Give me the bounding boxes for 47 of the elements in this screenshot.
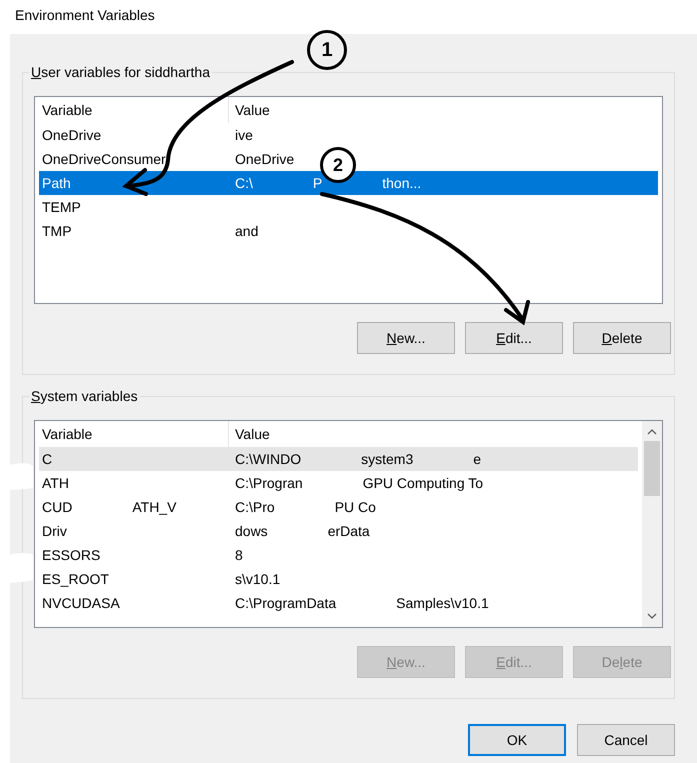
variable-name: OneDriveConsumer <box>42 150 166 168</box>
scroll-down-icon[interactable] <box>647 613 657 619</box>
variable-name: NVCUDASA <box>42 594 120 612</box>
variable-name: CUD <box>42 498 72 516</box>
variable-name: OneDrive <box>42 126 102 144</box>
variable-value: 8 <box>235 546 243 564</box>
dialog-button[interactable]: New... <box>357 322 455 354</box>
variable-value: ive <box>235 126 253 144</box>
column-header[interactable]: Value <box>229 97 662 123</box>
window-title: Environment Variables <box>15 6 155 24</box>
variable-value: C:\ <box>235 174 253 192</box>
variable-value: system3 <box>361 450 414 469</box>
variable-value: Samples\v10.1 <box>396 594 489 613</box>
variable-value: s\v10.1 <box>235 570 280 588</box>
variable-name: ATH_V <box>132 498 176 517</box>
scroll-up-icon[interactable] <box>647 429 657 435</box>
variable-name: TMP <box>42 222 72 240</box>
variable-value: erData <box>328 522 370 540</box>
scrollbar-thumb[interactable] <box>644 441 660 496</box>
variable-value: C:\Progran <box>235 474 303 493</box>
variable-value: PU Co <box>334 498 376 516</box>
variable-value: e <box>473 450 482 468</box>
variable-value: C:\Pro <box>235 498 275 516</box>
column-header[interactable]: Value <box>229 421 642 447</box>
variable-name: ES_ROOT <box>42 570 109 589</box>
variable-value: C:\ProgramData <box>235 594 336 613</box>
variable-name: C <box>42 450 52 468</box>
variable-value: thon... <box>382 174 422 192</box>
scrollbar[interactable] <box>642 421 662 627</box>
dialog-button[interactable]: Delete <box>573 322 671 354</box>
variable-row[interactable]: C C:\WINDO system3 e <box>39 447 638 471</box>
variable-row[interactable]: Path C:\ P thon... <box>39 171 658 195</box>
variable-value: dows <box>235 522 268 540</box>
variable-name: TEMP <box>42 198 81 216</box>
variable-name: ESSORS <box>42 546 100 564</box>
step-marker: 1 <box>307 30 347 70</box>
variable-name: Path <box>42 174 71 192</box>
dialog-button[interactable]: OK <box>468 724 566 756</box>
variable-name: Driv <box>42 522 67 540</box>
dialog-button[interactable]: Edit... <box>465 322 563 354</box>
variable-value: and <box>235 222 258 240</box>
variable-value: OneDrive <box>235 150 294 168</box>
variable-value: GPU Computing To <box>362 474 484 493</box>
variable-value: C:\WINDO <box>235 450 302 468</box>
variable-value: P <box>312 174 322 192</box>
variable-name: ATH <box>42 474 69 492</box>
dialog-button[interactable]: Cancel <box>577 724 675 756</box>
